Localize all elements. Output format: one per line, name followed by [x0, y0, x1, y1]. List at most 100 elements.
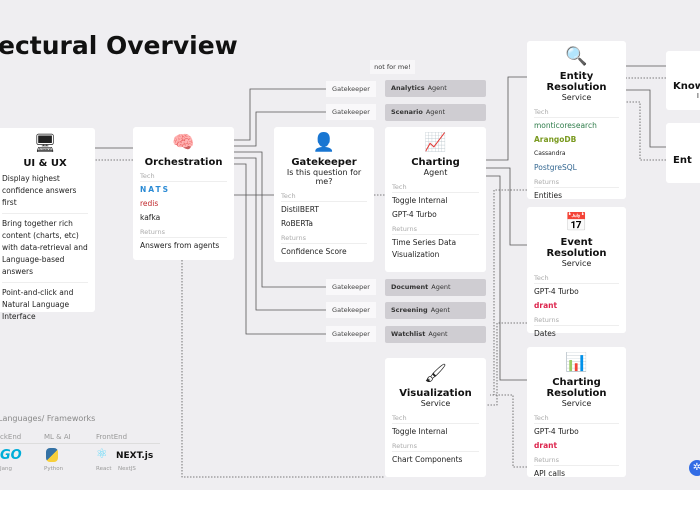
- card-subtitle: Service: [561, 259, 592, 268]
- nextjs-logo: NEXT.js: [116, 451, 154, 461]
- not-for-me-note: not for me!: [370, 60, 415, 74]
- returns-value: Time Series Data Visualization: [392, 238, 457, 259]
- tech-item: DistilBERT: [281, 205, 320, 214]
- connector: [486, 167, 527, 246]
- tech-label: Tech: [534, 272, 619, 284]
- arangodb-logo: ArangoDB: [534, 135, 577, 144]
- ui-point: Display highest confidence answers first: [2, 169, 88, 214]
- kafka-logo: kafka: [140, 213, 161, 222]
- gatekeeper-card: 👤 Gatekeeper Is this question for me? Te…: [274, 127, 374, 262]
- person-checkbox-icon: 👤: [312, 132, 336, 153]
- returns-label: Returns: [534, 454, 619, 466]
- python-logo: [46, 448, 58, 462]
- ui-ux-card: 🖥 UI & UX Display highest confidence ans…: [0, 128, 95, 321]
- connector: [486, 76, 527, 161]
- card-title: Charting: [411, 157, 460, 168]
- returns-label: Returns: [534, 176, 619, 188]
- tech-item: Toggle Internal: [392, 196, 448, 205]
- kubernetes-icon: ✲: [689, 460, 700, 476]
- returns-value: Confidence Score: [281, 247, 347, 256]
- charting-resolution-card: 📊 Charting Resolution Service Tech GPT-4…: [527, 347, 626, 478]
- returns-label: Returns: [392, 440, 479, 452]
- tech-label: Tech: [392, 412, 479, 424]
- ml-ai-label: ML & AI: [44, 433, 71, 441]
- connector: [486, 322, 527, 406]
- knowledge-card: Know I: [666, 51, 700, 110]
- tech-label: Tech: [140, 170, 227, 182]
- calendar-icon: 📅: [565, 212, 588, 233]
- cassandra-logo: Cassandra: [534, 150, 566, 157]
- returns-value: Chart Components: [392, 455, 463, 464]
- returns-label: Returns: [534, 314, 619, 326]
- entity-card: Ent: [666, 123, 700, 183]
- paintbrush-window-icon: 🖌: [424, 363, 447, 384]
- analytics-agent: Analytics Agent: [385, 80, 486, 97]
- react-logo: ⚛: [96, 447, 108, 462]
- visualization-card: 🖌 Visualization Service Tech Toggle Inte…: [385, 358, 486, 477]
- card-title: Entity Resolution: [546, 71, 607, 93]
- connector: [493, 189, 527, 395]
- gatekeeper-label: Gatekeeper: [326, 81, 376, 97]
- ui-point: Bring together rich content (charts, etc…: [2, 214, 88, 283]
- card-subtitle: Service: [561, 399, 592, 408]
- tech-label: Tech: [392, 181, 479, 193]
- card-title: Visualization: [399, 388, 472, 399]
- gpt4-logo: GPT-4 Turbo: [534, 287, 579, 296]
- manticore-logo: monticoresearch: [534, 121, 597, 130]
- returns-label: Returns: [281, 232, 367, 244]
- go-logo: GO: [0, 448, 22, 463]
- gatekeeper-label: Gatekeeper: [326, 302, 376, 318]
- card-subtitle: Is this question for me?: [286, 168, 362, 186]
- event-resolution-card: 📅 Event Resolution Service Tech GPT-4 Tu…: [527, 207, 626, 338]
- card-subtitle: Agent: [423, 168, 448, 177]
- languages-title: Languages/ Frameworks: [0, 414, 96, 423]
- redis-logo: redis: [140, 199, 159, 208]
- orchestration-card: 🧠 Orchestration Tech NATS redis kafka Re…: [133, 127, 234, 260]
- backend-label: ckEnd: [0, 433, 22, 441]
- entity-resolution-card: 🔍 Entity Resolution Service Tech montico…: [527, 41, 626, 200]
- gatekeeper-label: Gatekeeper: [326, 326, 376, 342]
- gatekeeper-label: Gatekeeper: [326, 279, 376, 295]
- chart-icon: 📊: [565, 352, 588, 373]
- charting-agent-card: 📈 Charting Agent Tech Toggle Internal GP…: [385, 127, 486, 272]
- brain-icon: 🧠: [172, 132, 195, 153]
- returns-value: Answers from agents: [140, 241, 220, 250]
- returns-value: Entities: [534, 191, 563, 200]
- card-title: UI & UX: [23, 158, 67, 169]
- connector: [490, 394, 527, 468]
- screening-agent: Screening Agent: [385, 302, 486, 319]
- gpt4-logo: GPT-4 Turbo: [392, 210, 437, 219]
- card-title: Orchestration: [144, 157, 223, 168]
- connector: [626, 101, 666, 161]
- tech-item: RoBERTa: [281, 219, 313, 228]
- returns-value: Dates: [534, 329, 556, 338]
- tech-item: Toggle Internal: [392, 427, 448, 436]
- qdrant-logo: drant: [534, 441, 558, 450]
- nats-logo: NATS: [140, 185, 171, 194]
- card-title: Charting Resolution: [546, 377, 607, 399]
- watchlist-agent: Watchlist Agent: [385, 326, 486, 343]
- returns-value: API calls: [534, 469, 566, 478]
- tech-label: Tech: [534, 412, 619, 424]
- returns-label: Returns: [140, 226, 227, 238]
- card-subtitle: Service: [420, 399, 451, 408]
- card-subtitle: Service: [561, 93, 592, 102]
- document-search-icon: 🔍: [565, 46, 588, 67]
- tech-label: Tech: [281, 190, 367, 202]
- document-agent: Document Agent: [385, 279, 486, 296]
- postgresql-logo: PostgreSQL: [534, 163, 577, 172]
- chart-icon: 📈: [424, 132, 447, 153]
- ui-point: Point-and-click and Natural Language Int…: [2, 288, 74, 321]
- tech-label: Tech: [534, 106, 619, 118]
- frontend-label: FrontEnd: [96, 433, 128, 441]
- returns-label: Returns: [392, 223, 479, 235]
- connector: [486, 175, 527, 381]
- qdrant-logo: drant: [534, 301, 558, 310]
- connector: [626, 89, 666, 148]
- monitor-icon: 🖥: [33, 133, 57, 154]
- scenario-agent: Scenario Agent: [385, 104, 486, 121]
- gpt4-logo: GPT-4 Turbo: [534, 427, 579, 436]
- gatekeeper-label: Gatekeeper: [326, 104, 376, 120]
- card-title: Gatekeeper: [291, 157, 357, 168]
- card-title: Event Resolution: [546, 237, 607, 259]
